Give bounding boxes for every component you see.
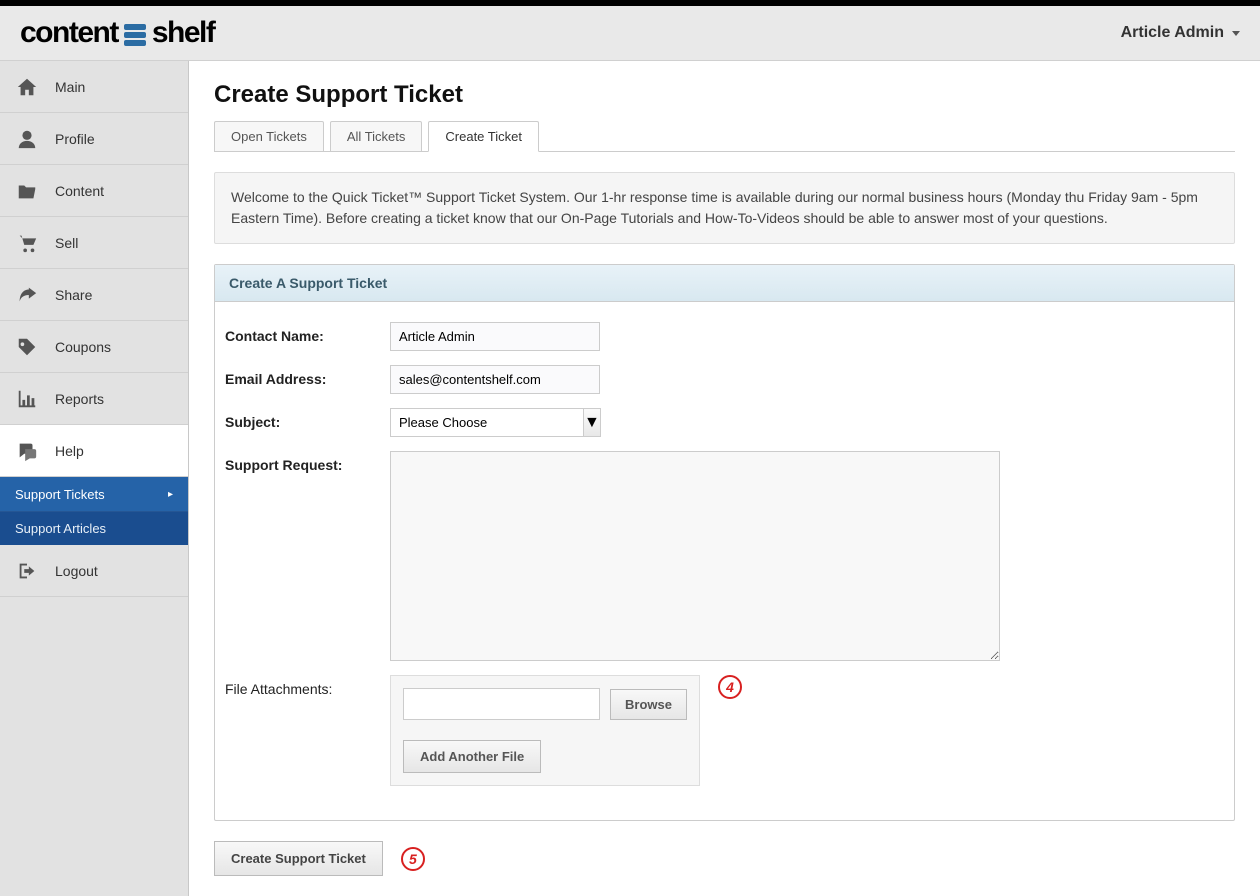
add-another-file-button[interactable]: Add Another File <box>403 740 541 773</box>
chevron-right-icon: ▸ <box>168 489 173 500</box>
sidebar-item-share[interactable]: Share <box>0 269 188 321</box>
attachment-box: Browse Add Another File <box>390 675 700 786</box>
sidebar-sub-label: Support Tickets <box>15 487 105 502</box>
sidebar-item-content[interactable]: Content <box>0 165 188 217</box>
subject-select[interactable]: ▼ <box>390 408 600 437</box>
layout: Main Profile Content Sell Share <box>0 61 1260 896</box>
logout-icon <box>15 560 39 582</box>
support-request-label: Support Request: <box>225 451 390 473</box>
sidebar-item-main[interactable]: Main <box>0 61 188 113</box>
subject-label: Subject: <box>225 408 390 430</box>
sidebar-item-label: Share <box>55 287 92 303</box>
header: content shelf Article Admin <box>0 6 1260 61</box>
sidebar-item-label: Content <box>55 183 104 199</box>
support-request-textarea[interactable] <box>390 451 1000 661</box>
create-support-ticket-button[interactable]: Create Support Ticket <box>214 841 383 876</box>
attachment-path-input[interactable] <box>403 688 600 720</box>
browse-button[interactable]: Browse <box>610 689 687 720</box>
sidebar-item-sell[interactable]: Sell <box>0 217 188 269</box>
logo-bars-icon <box>124 24 146 46</box>
tabs: Open Tickets All Tickets Create Ticket <box>214 121 1235 152</box>
file-attachments-label: File Attachments: <box>225 675 390 697</box>
sidebar: Main Profile Content Sell Share <box>0 61 189 896</box>
sidebar-item-coupons[interactable]: Coupons <box>0 321 188 373</box>
chat-icon <box>15 440 39 462</box>
row-email: Email Address: <box>225 365 1224 394</box>
sidebar-item-logout[interactable]: Logout <box>0 545 188 597</box>
sidebar-help-submenu: Support Tickets ▸ Support Articles <box>0 477 188 545</box>
user-menu-dropdown[interactable]: Article Admin <box>1121 24 1240 42</box>
submit-row: Create Support Ticket 5 <box>214 841 1235 876</box>
cart-icon <box>15 232 39 254</box>
row-file-attachments: File Attachments: Browse Add Another Fil… <box>225 675 1224 786</box>
sidebar-item-label: Reports <box>55 391 104 407</box>
sidebar-sub-support-articles[interactable]: Support Articles <box>0 511 188 545</box>
sidebar-item-label: Sell <box>55 235 78 251</box>
user-icon <box>15 128 39 150</box>
sidebar-item-help[interactable]: Help <box>0 425 188 477</box>
tab-all-tickets[interactable]: All Tickets <box>330 121 423 152</box>
tab-create-ticket[interactable]: Create Ticket <box>428 121 539 152</box>
subject-selected-value[interactable] <box>390 408 583 437</box>
home-icon <box>15 76 39 98</box>
row-support-request: Support Request: <box>225 451 1224 661</box>
contact-name-label: Contact Name: <box>225 322 390 344</box>
step-circle-5: 5 <box>401 847 425 871</box>
logo-text-right: shelf <box>152 16 215 50</box>
sidebar-item-reports[interactable]: Reports <box>0 373 188 425</box>
logo-text-left: content <box>20 16 118 50</box>
sidebar-item-label: Coupons <box>55 339 111 355</box>
create-ticket-panel: Create A Support Ticket Contact Name: Em… <box>214 264 1235 821</box>
row-subject: Subject: ▼ <box>225 408 1224 437</box>
info-message: Welcome to the Quick Ticket™ Support Tic… <box>214 172 1235 244</box>
sidebar-item-label: Help <box>55 443 84 459</box>
content-area: Create Support Ticket Open Tickets All T… <box>189 61 1260 896</box>
caret-down-icon <box>1232 31 1240 36</box>
email-label: Email Address: <box>225 365 390 387</box>
share-icon <box>15 284 39 306</box>
sidebar-sub-label: Support Articles <box>15 521 106 536</box>
sidebar-item-profile[interactable]: Profile <box>0 113 188 165</box>
tag-icon <box>15 336 39 358</box>
panel-body: Contact Name: Email Address: Subject: ▼ <box>215 302 1234 820</box>
row-contact-name: Contact Name: <box>225 322 1224 351</box>
sidebar-sub-support-tickets[interactable]: Support Tickets ▸ <box>0 477 188 511</box>
panel-header: Create A Support Ticket <box>215 265 1234 302</box>
attachment-row: Browse <box>403 688 687 720</box>
caret-down-icon: ▼ <box>584 414 600 432</box>
user-menu-label: Article Admin <box>1121 24 1224 42</box>
logo[interactable]: content shelf <box>20 16 214 50</box>
subject-dropdown-button[interactable]: ▼ <box>583 408 601 437</box>
page-title: Create Support Ticket <box>214 81 1235 109</box>
sidebar-item-label: Main <box>55 79 85 95</box>
email-input[interactable] <box>390 365 600 394</box>
sidebar-item-label: Logout <box>55 563 98 579</box>
folder-open-icon <box>15 180 39 202</box>
sidebar-item-label: Profile <box>55 131 95 147</box>
tab-open-tickets[interactable]: Open Tickets <box>214 121 324 152</box>
step-circle-4: 4 <box>718 675 742 699</box>
bar-chart-icon <box>15 388 39 410</box>
contact-name-input[interactable] <box>390 322 600 351</box>
